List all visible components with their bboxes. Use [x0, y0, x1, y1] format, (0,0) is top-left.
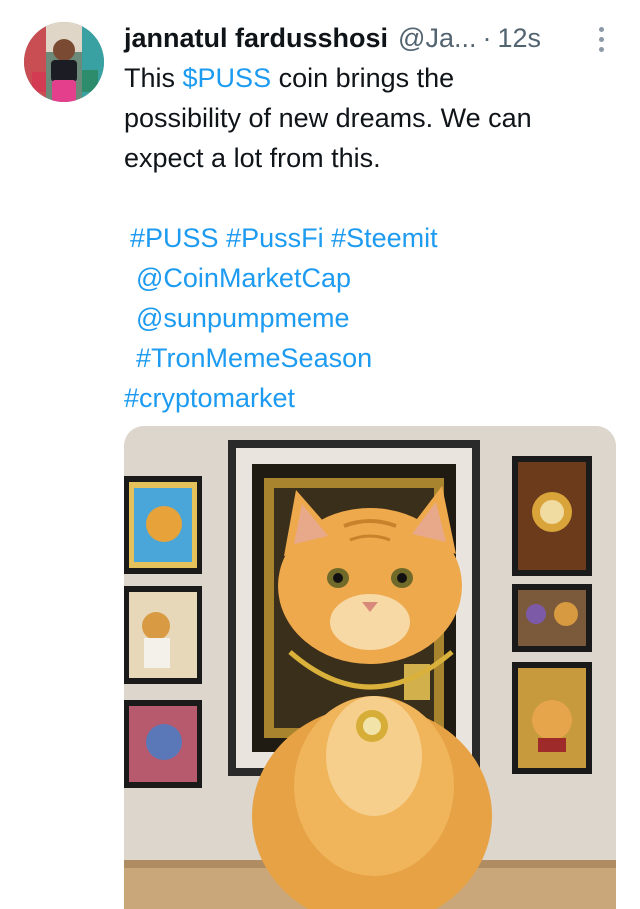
- left-frame-2: [124, 586, 202, 684]
- right-frame-3: [512, 662, 592, 774]
- tweet-line-1: This $PUSS coin brings the: [124, 58, 620, 98]
- cashtag-puss-link[interactable]: $PUSS: [183, 63, 272, 93]
- left-frame-3: [124, 700, 202, 788]
- hashtag-cryptomarket-link[interactable]: #cryptomarket: [124, 383, 295, 413]
- separator-dot: ·: [482, 22, 492, 53]
- mention-line-2: @sunpumpmeme: [124, 298, 620, 338]
- tweet-timestamp[interactable]: 12s: [497, 23, 541, 54]
- hashtag-steemit-link[interactable]: #Steemit: [331, 223, 438, 253]
- tweet-header: jannatul fardusshosi @Ja... · 12s: [124, 18, 624, 58]
- mention-line-1: @CoinMarketCap: [124, 258, 620, 298]
- tweet-text-part: coin brings the: [278, 63, 455, 93]
- hashtag-puss-link[interactable]: #PUSS: [130, 223, 219, 253]
- hashtags-line: #PUSS #PussFi #Steemit: [124, 218, 620, 258]
- mention-sunpumpmeme-link[interactable]: @sunpumpmeme: [136, 303, 350, 333]
- right-frame-2: [512, 584, 592, 652]
- tweet-text-part: This: [124, 63, 176, 93]
- hashtag-line-crypto: #cryptomarket: [124, 378, 620, 418]
- tweet-line-2: possibility of new dreams. We can: [124, 103, 532, 133]
- author-name[interactable]: jannatul fardusshosi: [124, 23, 388, 54]
- hashtag-tronmemeseason-link[interactable]: #TronMemeSeason: [136, 343, 372, 373]
- author-handle[interactable]: @Ja...: [398, 23, 476, 54]
- hashtag-pussfi-link[interactable]: #PussFi: [226, 223, 324, 253]
- more-vertical-icon[interactable]: [588, 22, 614, 56]
- tweet-line-3: expect a lot from this.: [124, 143, 381, 173]
- tweet-text: This $PUSS coin brings the possibility o…: [124, 58, 620, 418]
- mention-coinmarketcap-link[interactable]: @CoinMarketCap: [136, 263, 351, 293]
- hashtag-line-tron: #TronMemeSeason: [124, 338, 620, 378]
- right-frame-1: [512, 456, 592, 576]
- tweet-media-image[interactable]: [124, 426, 616, 909]
- author-avatar[interactable]: [24, 22, 104, 102]
- left-frame-1: [124, 476, 202, 574]
